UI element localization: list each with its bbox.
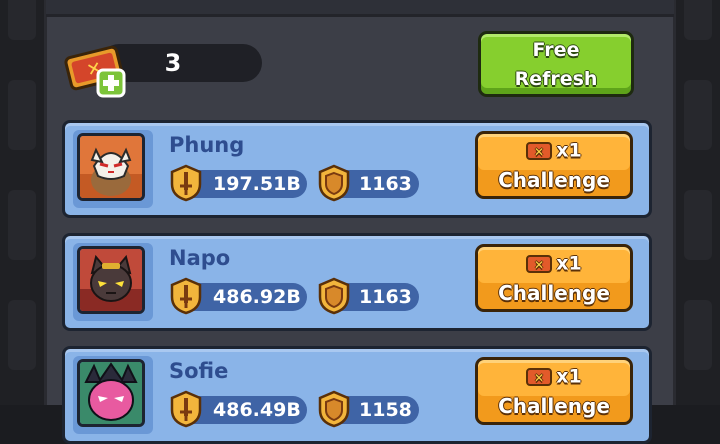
left-rail-slot bbox=[8, 0, 36, 40]
svg-text:✕: ✕ bbox=[534, 145, 544, 159]
power-value: 486.49B bbox=[213, 399, 301, 421]
left-rail-slot bbox=[8, 300, 36, 370]
rating-value: 1158 bbox=[359, 399, 412, 421]
refresh-label-line2: Refresh bbox=[514, 68, 598, 90]
ticket-icon: ✕ bbox=[526, 141, 553, 160]
left-rail-slot bbox=[8, 80, 36, 150]
challenge-button[interactable]: ✕ x1 Challenge bbox=[475, 357, 633, 425]
dark-cat-avatar[interactable] bbox=[77, 246, 145, 314]
shield-badge-icon bbox=[317, 277, 351, 315]
shield-badge-icon bbox=[317, 164, 351, 202]
right-rail-slot bbox=[684, 0, 712, 40]
power-stat: 486.92B bbox=[170, 277, 307, 315]
panel-header-strip bbox=[46, 0, 674, 17]
sword-badge-icon bbox=[169, 277, 203, 315]
svg-text:✕: ✕ bbox=[534, 258, 544, 272]
challenge-button[interactable]: ✕ x1 Challenge bbox=[475, 131, 633, 199]
left-rail-slot bbox=[8, 190, 36, 260]
right-rail-slot bbox=[684, 80, 712, 150]
left-rail bbox=[0, 0, 44, 405]
challenge-cost: ✕ x1 bbox=[478, 365, 630, 389]
ticket-plus-icon[interactable]: ✕ bbox=[64, 42, 134, 100]
challenge-cost-text: x1 bbox=[556, 252, 582, 275]
challenge-cost: ✕ x1 bbox=[478, 252, 630, 276]
refresh-label-line1: Free bbox=[532, 39, 580, 61]
challenge-cost-text: x1 bbox=[556, 365, 582, 388]
rating-stat: 1163 bbox=[318, 164, 419, 202]
free-refresh-button[interactable]: Free Refresh bbox=[478, 31, 634, 97]
challenge-cost: ✕ x1 bbox=[478, 139, 630, 163]
opponent-card: Sofie 486.49B 1158 ✕ x1 Challenge bbox=[62, 346, 652, 444]
sword-badge-icon bbox=[169, 164, 203, 202]
challenge-label: Challenge bbox=[498, 281, 610, 305]
opponent-name: Sofie bbox=[169, 359, 229, 383]
power-value: 197.51B bbox=[213, 173, 301, 195]
rating-value: 1163 bbox=[359, 173, 412, 195]
sword-badge-icon bbox=[169, 390, 203, 428]
opponent-card: Napo 486.92B 1163 ✕ x1 Challenge bbox=[62, 233, 652, 331]
shield-badge-icon bbox=[317, 390, 351, 428]
svg-text:✕: ✕ bbox=[534, 371, 544, 385]
right-rail-slot bbox=[684, 300, 712, 370]
rating-value: 1163 bbox=[359, 286, 412, 308]
masked-fox-avatar[interactable] bbox=[77, 133, 145, 201]
ticket-icon: ✕ bbox=[526, 254, 553, 273]
power-value: 486.92B bbox=[213, 286, 301, 308]
challenge-label: Challenge bbox=[498, 168, 610, 192]
power-stat: 197.51B bbox=[170, 164, 307, 202]
power-stat: 486.49B bbox=[170, 390, 307, 428]
opponent-name: Phung bbox=[169, 133, 245, 157]
opponent-card: Phung 197.51B 1163 ✕ x1 Challenge bbox=[62, 120, 652, 218]
pink-dragon-avatar[interactable] bbox=[77, 359, 145, 427]
right-rail-slot bbox=[684, 190, 712, 260]
rating-stat: 1163 bbox=[318, 277, 419, 315]
challenge-cost-text: x1 bbox=[556, 139, 582, 162]
ticket-icon: ✕ bbox=[526, 367, 553, 386]
challenge-label: Challenge bbox=[498, 394, 610, 418]
rating-stat: 1158 bbox=[318, 390, 419, 428]
right-rail bbox=[676, 0, 720, 405]
ticket-count: 3 bbox=[164, 49, 182, 77]
opponent-name: Napo bbox=[169, 246, 231, 270]
challenge-button[interactable]: ✕ x1 Challenge bbox=[475, 244, 633, 312]
